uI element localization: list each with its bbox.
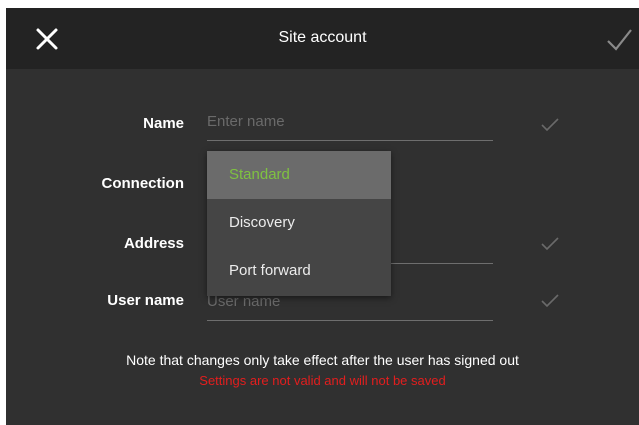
name-valid-checkmark-icon	[541, 118, 559, 132]
address-label: Address	[123, 235, 184, 252]
validation-warning: Settings are not valid and will not be s…	[199, 373, 446, 388]
name-label: Name	[143, 115, 184, 132]
connection-label: Connection	[101, 175, 185, 192]
dropdown-option-port-forward[interactable]: Port forward	[207, 247, 391, 295]
username-valid-checkmark-icon	[541, 294, 559, 308]
address-valid-checkmark-icon	[541, 237, 559, 251]
site-account-dialog: Site account Name Connection Address Use…	[6, 8, 639, 425]
connection-dropdown-menu: Standard Discovery Port forward	[207, 151, 391, 296]
dropdown-option-discovery[interactable]: Discovery	[207, 199, 391, 247]
confirm-checkmark-icon[interactable]	[604, 25, 634, 55]
name-input[interactable]	[207, 108, 493, 141]
dialog-title: Site account	[278, 29, 367, 46]
username-label: User name	[107, 292, 184, 309]
signout-note: Note that changes only take effect after…	[126, 352, 519, 368]
dropdown-option-standard[interactable]: Standard	[207, 151, 391, 199]
top-bar: Site account	[6, 8, 639, 69]
